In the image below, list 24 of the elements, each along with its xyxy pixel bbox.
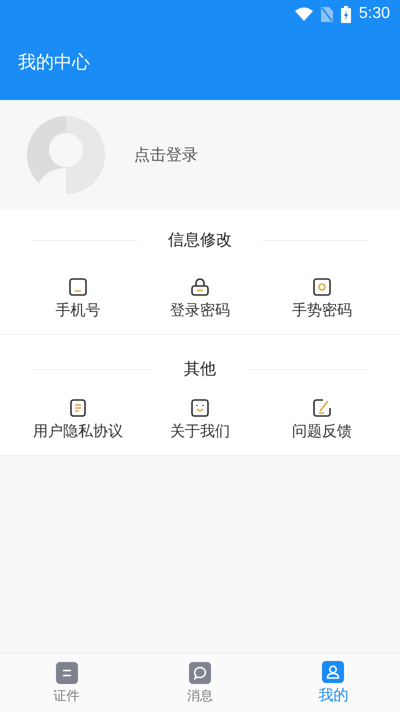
section-title: 其他 bbox=[184, 359, 216, 380]
menu-item[interactable]: 手势密码 bbox=[292, 301, 352, 320]
app-title: 我的中心 bbox=[17, 51, 90, 74]
nav-tab[interactable]: 证件 bbox=[0, 654, 134, 712]
circle-square-icon[interactable] bbox=[312, 277, 332, 297]
chat-icon[interactable] bbox=[188, 662, 211, 684]
nav-tab[interactable]: 消息 bbox=[133, 654, 267, 712]
menu-item[interactable]: 问题反馈 bbox=[292, 422, 352, 441]
user-icon[interactable] bbox=[322, 661, 344, 683]
menu-item[interactable]: 用户隐私协议 bbox=[33, 422, 123, 441]
section-title: 信息修改 bbox=[168, 230, 232, 251]
wifi-icon bbox=[294, 7, 313, 21]
document-icon[interactable] bbox=[68, 398, 88, 418]
edit-icon[interactable] bbox=[312, 398, 332, 418]
status-time: 5:30 bbox=[358, 5, 390, 23]
menu-item[interactable]: 手机号 bbox=[56, 301, 100, 320]
battery-charging-icon bbox=[340, 6, 351, 22]
menu-item[interactable]: 登录密码 bbox=[170, 301, 230, 320]
phone-icon[interactable] bbox=[68, 277, 88, 297]
lock-icon[interactable] bbox=[190, 277, 210, 297]
no-sim-icon bbox=[320, 6, 333, 22]
smile-icon[interactable] bbox=[190, 398, 210, 418]
menu-item[interactable]: 关于我们 bbox=[170, 422, 230, 441]
login-link[interactable]: 点击登录 bbox=[134, 144, 198, 166]
